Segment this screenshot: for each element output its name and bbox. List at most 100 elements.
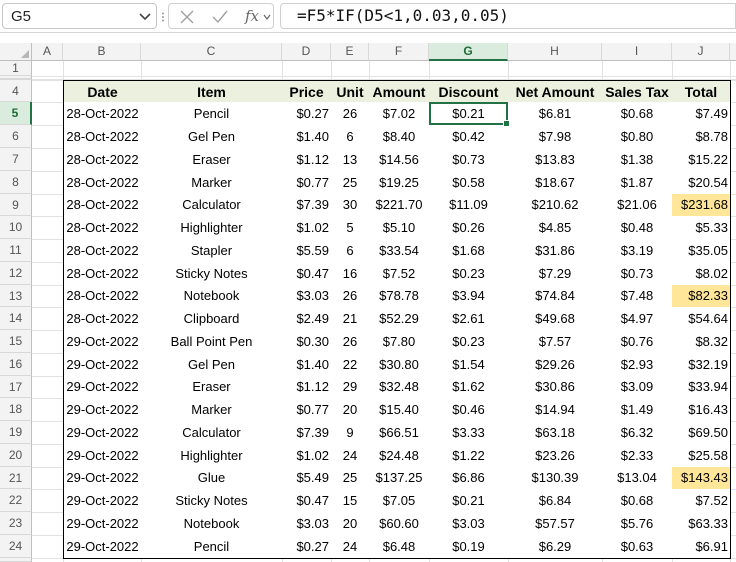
column-header-i[interactable]: I bbox=[602, 43, 672, 61]
table-header-unit[interactable]: Unit bbox=[331, 80, 370, 103]
table-cell[interactable]: $30.80 bbox=[369, 353, 430, 377]
table-cell[interactable]: $11.09 bbox=[429, 194, 509, 217]
table-cell[interactable]: 28-Oct-2022 bbox=[63, 262, 142, 286]
table-cell[interactable]: $8.02 bbox=[672, 262, 731, 286]
table-cell[interactable]: $66.51 bbox=[369, 421, 430, 445]
column-header-f[interactable]: F bbox=[369, 43, 429, 61]
table-cell[interactable]: $1.12 bbox=[282, 376, 332, 399]
table-cell[interactable]: $3.09 bbox=[602, 376, 673, 399]
table-cell[interactable]: Highlighter bbox=[141, 444, 283, 468]
table-cell[interactable]: 25 bbox=[331, 467, 370, 490]
table-cell[interactable]: 6 bbox=[331, 239, 370, 263]
row-header-7[interactable]: 7 bbox=[0, 148, 32, 171]
table-cell[interactable]: $7.05 bbox=[369, 489, 430, 513]
table-cell[interactable]: $15.22 bbox=[672, 148, 731, 172]
table-cell[interactable]: $16.43 bbox=[672, 398, 731, 422]
table-cell[interactable]: $0.77 bbox=[282, 171, 332, 195]
table-cell[interactable]: $23.26 bbox=[508, 444, 603, 468]
table-cell[interactable]: 29-Oct-2022 bbox=[63, 353, 142, 377]
table-cell[interactable]: $0.21 bbox=[429, 102, 509, 126]
table-cell[interactable]: $0.27 bbox=[282, 102, 332, 126]
table-cell[interactable]: Sticky Notes bbox=[141, 489, 283, 513]
table-header-price[interactable]: Price bbox=[282, 80, 332, 103]
table-cell[interactable]: $8.40 bbox=[369, 125, 430, 149]
table-cell[interactable]: $0.23 bbox=[429, 330, 509, 354]
table-cell[interactable]: 28-Oct-2022 bbox=[63, 239, 142, 263]
row-header-21[interactable]: 21 bbox=[0, 467, 32, 489]
table-cell[interactable]: $19.25 bbox=[369, 171, 430, 195]
table-cell[interactable]: $143.43 bbox=[672, 467, 731, 490]
row-header-8[interactable]: 8 bbox=[0, 171, 32, 194]
table-header-date[interactable]: Date bbox=[63, 80, 142, 103]
table-cell[interactable]: 22 bbox=[331, 353, 370, 377]
table-cell[interactable]: $13.04 bbox=[602, 467, 673, 490]
table-cell[interactable]: $0.46 bbox=[429, 398, 509, 422]
table-cell[interactable]: $7.98 bbox=[508, 125, 603, 149]
table-cell[interactable]: $63.33 bbox=[672, 512, 731, 536]
table-cell[interactable]: 26 bbox=[331, 102, 370, 126]
row-header-6[interactable]: 6 bbox=[0, 125, 32, 148]
table-cell[interactable]: 29-Oct-2022 bbox=[63, 489, 142, 513]
table-cell[interactable]: 28-Oct-2022 bbox=[63, 125, 142, 149]
table-cell[interactable]: $4.97 bbox=[602, 307, 673, 331]
row-header-13[interactable]: 13 bbox=[0, 285, 32, 307]
table-cell[interactable]: Sticky Notes bbox=[141, 262, 283, 286]
row-header-9[interactable]: 9 bbox=[0, 194, 32, 216]
table-cell[interactable]: 21 bbox=[331, 307, 370, 331]
table-cell[interactable]: $221.70 bbox=[369, 194, 430, 217]
table-cell[interactable]: $7.49 bbox=[672, 102, 731, 126]
table-cell[interactable]: 13 bbox=[331, 148, 370, 172]
table-cell[interactable]: $1.12 bbox=[282, 148, 332, 172]
table-cell[interactable]: $7.02 bbox=[369, 102, 430, 126]
table-cell[interactable]: $0.68 bbox=[602, 489, 673, 513]
table-cell[interactable]: $49.68 bbox=[508, 307, 603, 331]
column-header-e[interactable]: E bbox=[331, 43, 369, 61]
row-header-10[interactable]: 10 bbox=[0, 216, 32, 239]
table-cell[interactable]: 29-Oct-2022 bbox=[63, 398, 142, 422]
table-cell[interactable]: $15.40 bbox=[369, 398, 430, 422]
table-cell[interactable]: $2.61 bbox=[429, 307, 509, 331]
table-cell[interactable]: Notebook bbox=[141, 285, 283, 308]
table-cell[interactable]: Clipboard bbox=[141, 307, 283, 331]
row-header-20[interactable]: 20 bbox=[0, 444, 32, 467]
table-cell[interactable]: $7.52 bbox=[369, 262, 430, 286]
table-cell[interactable]: $7.57 bbox=[508, 330, 603, 354]
column-header-c[interactable]: C bbox=[141, 43, 282, 61]
table-cell[interactable]: 28-Oct-2022 bbox=[63, 171, 142, 195]
more-options-icon[interactable] bbox=[160, 12, 166, 22]
table-cell[interactable]: $1.62 bbox=[429, 376, 509, 399]
table-cell[interactable]: Eraser bbox=[141, 376, 283, 399]
table-cell[interactable]: 29-Oct-2022 bbox=[63, 512, 142, 536]
column-header-g[interactable]: G bbox=[429, 43, 508, 61]
table-cell[interactable]: Marker bbox=[141, 398, 283, 422]
row-header-5[interactable]: 5 bbox=[0, 102, 32, 125]
table-cell[interactable]: $0.27 bbox=[282, 535, 332, 559]
table-cell[interactable]: 9 bbox=[331, 421, 370, 445]
table-cell[interactable]: $33.94 bbox=[672, 376, 731, 399]
table-cell[interactable]: $7.52 bbox=[672, 489, 731, 513]
table-cell[interactable]: $1.40 bbox=[282, 353, 332, 377]
table-cell[interactable]: $63.18 bbox=[508, 421, 603, 445]
fx-icon[interactable]: fx bbox=[245, 7, 259, 25]
table-cell[interactable]: 28-Oct-2022 bbox=[63, 285, 142, 308]
table-cell[interactable]: $2.93 bbox=[602, 353, 673, 377]
table-cell[interactable]: 26 bbox=[331, 330, 370, 354]
table-cell[interactable]: $0.80 bbox=[602, 125, 673, 149]
table-cell[interactable]: $6.29 bbox=[508, 535, 603, 559]
table-cell[interactable]: $29.26 bbox=[508, 353, 603, 377]
table-cell[interactable]: $1.02 bbox=[282, 444, 332, 468]
table-cell[interactable]: $0.68 bbox=[602, 102, 673, 126]
table-cell[interactable]: Glue bbox=[141, 467, 283, 490]
table-header-net-amount[interactable]: Net Amount bbox=[508, 80, 603, 103]
fx-chevron-icon[interactable] bbox=[263, 13, 271, 21]
table-header-sales-tax[interactable]: Sales Tax bbox=[602, 80, 673, 103]
table-cell[interactable]: 28-Oct-2022 bbox=[63, 216, 142, 240]
table-cell[interactable]: $2.49 bbox=[282, 307, 332, 331]
table-cell[interactable]: $1.49 bbox=[602, 398, 673, 422]
table-cell[interactable]: $8.78 bbox=[672, 125, 731, 149]
table-cell[interactable]: $1.54 bbox=[429, 353, 509, 377]
table-cell[interactable]: Notebook bbox=[141, 512, 283, 536]
row-header-18[interactable]: 18 bbox=[0, 398, 32, 421]
table-cell[interactable]: $1.40 bbox=[282, 125, 332, 149]
table-cell[interactable]: $6.32 bbox=[602, 421, 673, 445]
